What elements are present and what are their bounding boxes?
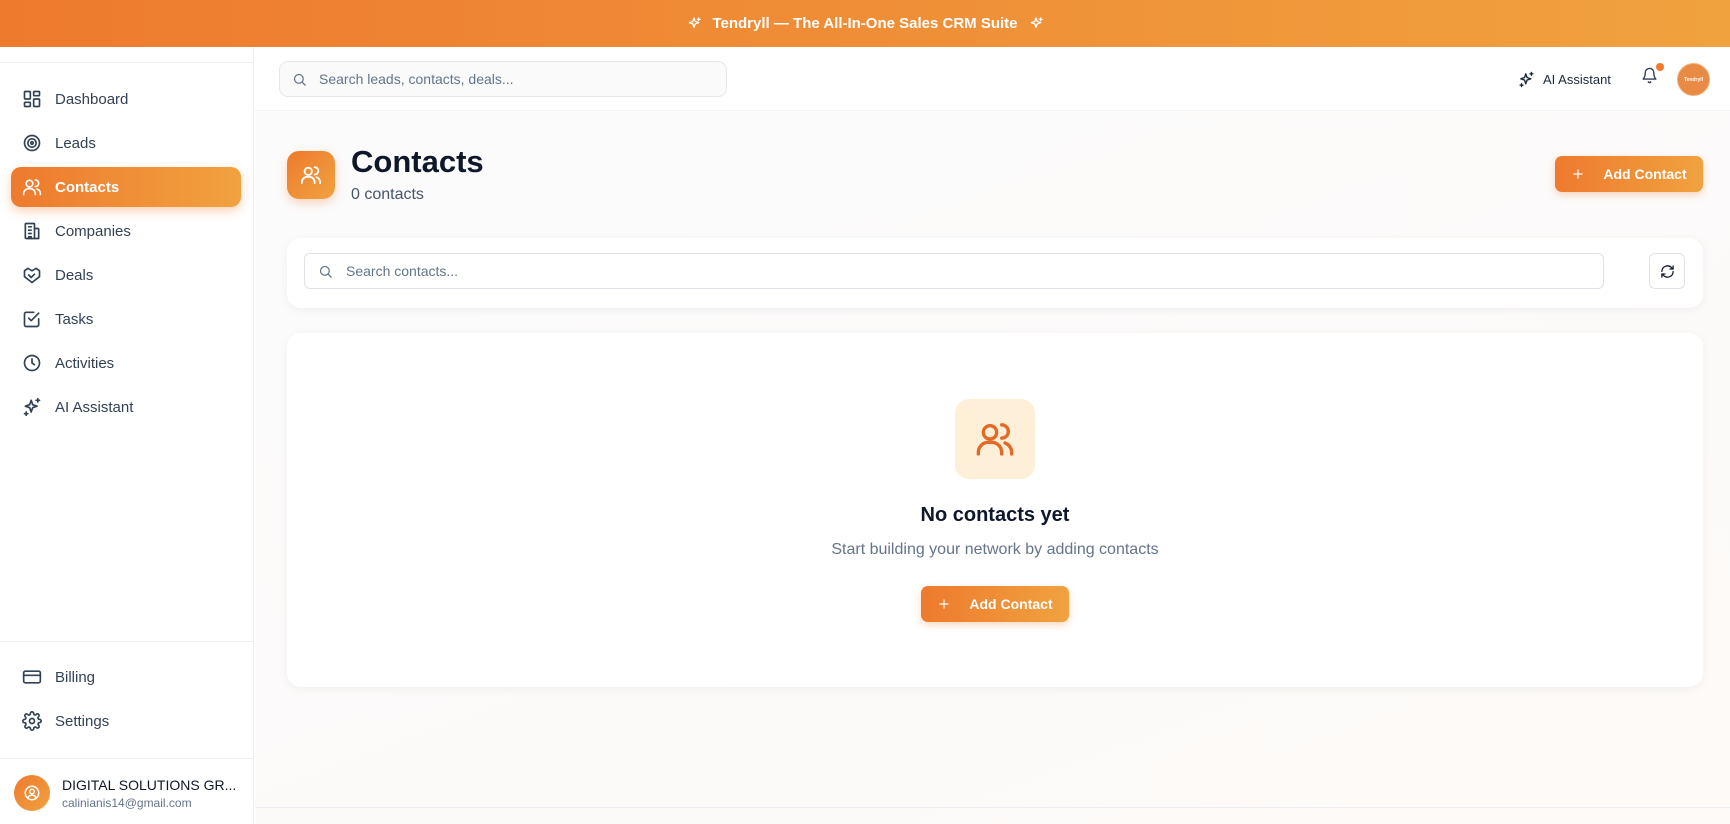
banner-text: Tendryll — The All-In-One Sales CRM Suit… [712,15,1018,32]
checkbox-icon [23,311,40,328]
users-icon [22,179,42,196]
empty-add-contact-label: Add Contact [969,596,1053,612]
sidebar-item-label: AI Assistant [55,398,134,416]
building-icon [24,222,40,240]
empty-state-card: No contacts yet Start building your netw… [287,333,1703,687]
sidebar-item-deals[interactable]: Deals [11,255,241,295]
sidebar-divider [0,758,254,759]
contact-search[interactable] [304,253,1604,289]
promo-banner: Tendryll — The All-In-One Sales CRM Suit… [0,0,1730,47]
contact-search-input[interactable] [346,263,726,279]
sidebar-item-leads[interactable]: Leads [11,123,241,163]
users-icon [300,166,322,185]
sidebar-item-ai-assistant[interactable]: AI Assistant [11,387,241,427]
user-name: DIGITAL SOLUTIONS GR... [62,776,237,793]
page-icon [287,151,335,199]
sidebar-item-label: Contacts [55,178,120,196]
filter-card [287,238,1703,308]
sparkles-icon [1030,16,1043,28]
sidebar-item-label: Billing [55,668,96,686]
sidebar-item-activities[interactable]: Activities [11,343,241,383]
sidebar-item-label: Tasks [55,310,94,328]
global-search-input[interactable] [319,71,699,87]
sidebar-item-label: Activities [55,354,115,372]
bell-icon [1642,67,1657,84]
add-contact-button[interactable]: Add Contact [1555,156,1703,192]
credit-card-icon [22,670,42,684]
sidebar-item-settings[interactable]: Settings [11,701,241,741]
sidebar-item-contacts[interactable]: Contacts [11,167,241,207]
avatar [14,775,50,811]
sidebar-item-tasks[interactable]: Tasks [11,299,241,339]
user-circle-icon [24,785,40,801]
contact-count: 0 contacts [351,186,424,203]
sidebar-item-label: Deals [55,266,94,284]
notifications-button[interactable] [1641,63,1664,89]
sidebar-divider [0,641,254,642]
notification-dot [1656,63,1664,71]
sidebar-item-companies[interactable]: Companies [11,211,241,251]
clock-icon [23,354,41,372]
empty-state-title: No contacts yet [920,504,1070,526]
sidebar-item-label: Leads [55,134,96,152]
empty-add-contact-button[interactable]: Add Contact [921,586,1069,622]
sidebar-item-label: Dashboard [55,90,129,108]
sidebar: Dashboard Leads Contacts Companies Deals… [0,47,254,824]
footer-divider [255,807,1730,808]
target-icon [23,134,41,152]
add-contact-label: Add Contact [1603,166,1687,182]
ai-assistant-label: AI Assistant [1543,71,1611,87]
users-icon [976,423,1014,456]
global-search[interactable] [279,61,727,97]
sidebar-item-dashboard[interactable]: Dashboard [11,79,241,119]
gear-icon [22,711,42,731]
sidebar-item-label: Settings [55,712,110,730]
sidebar-divider [0,62,254,63]
refresh-icon [1660,264,1674,278]
search-icon [319,265,332,278]
empty-state-icon [955,399,1035,479]
search-icon [293,73,306,86]
ai-assistant-button[interactable]: AI Assistant [1518,65,1611,93]
sidebar-item-billing[interactable]: Billing [11,657,241,697]
sparkles-icon [689,16,702,28]
top-bar: AI Assistant Tendryll [255,47,1730,111]
refresh-button[interactable] [1649,253,1685,289]
user-email: calinianis14@gmail.com [62,795,192,810]
handshake-icon [23,267,41,284]
plus-icon [1573,169,1584,179]
account-avatar[interactable]: Tendryll [1677,63,1710,96]
user-profile[interactable]: DIGITAL SOLUTIONS GR... calinianis14@gma… [14,773,246,813]
sparkles-icon [1519,71,1534,87]
empty-state-subtitle: Start building your network by adding co… [831,541,1159,558]
page-title: Contacts [351,144,484,179]
dashboard-icon [23,90,41,108]
main-content: Contacts 0 contacts Add Contact No conta… [255,111,1730,824]
sidebar-item-label: Companies [55,222,131,240]
sparkles-icon [23,397,41,417]
plus-icon [939,599,950,609]
